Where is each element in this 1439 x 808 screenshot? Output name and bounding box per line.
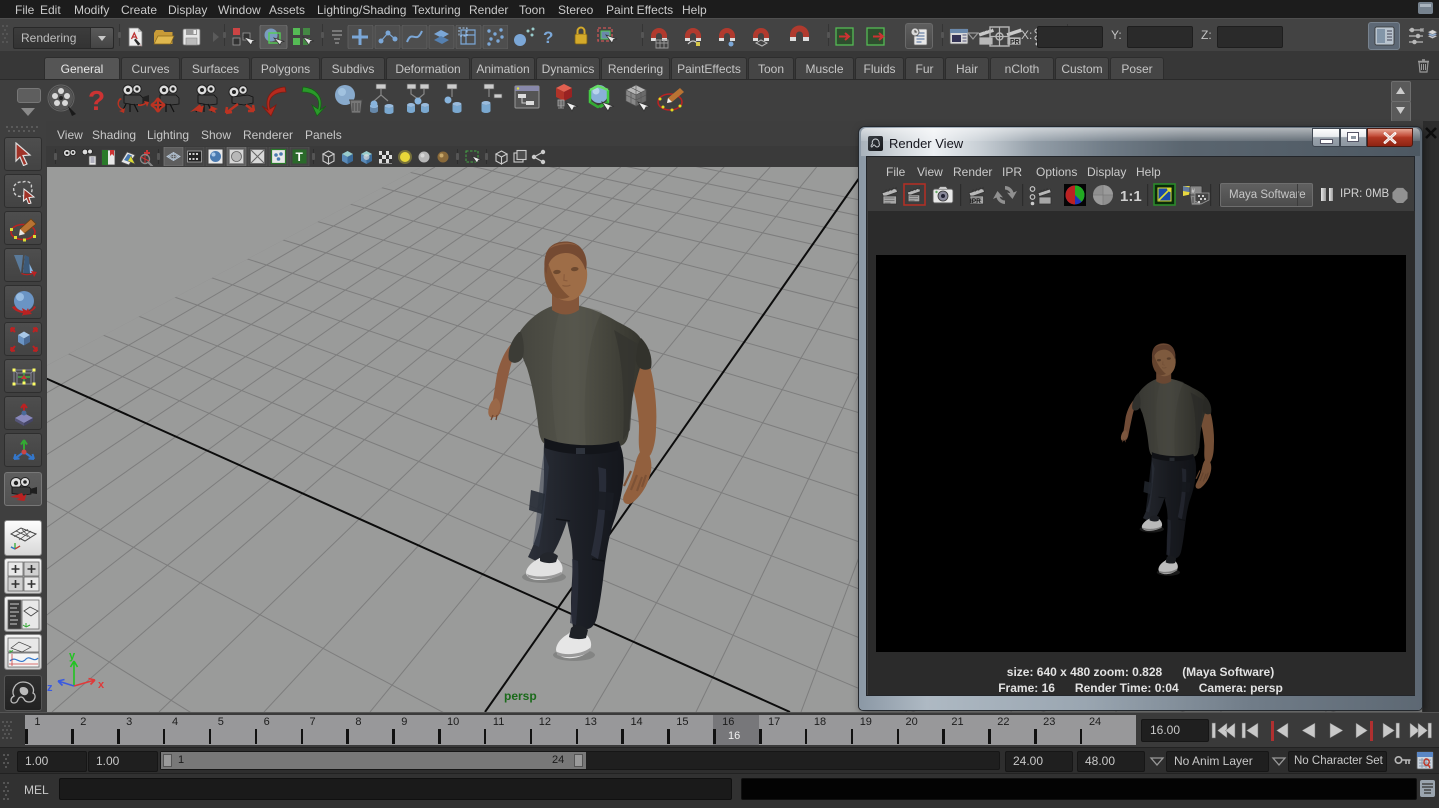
svg-text:x: x [98, 679, 105, 691]
svg-text:?: ? [543, 28, 553, 47]
svg-text:IPR: IPR [970, 198, 981, 205]
svg-text:?: ? [88, 85, 105, 116]
svg-text:persp: persp [504, 689, 537, 703]
svg-text:1:1: 1:1 [1120, 188, 1142, 205]
svg-text:T: T [296, 150, 304, 164]
svg-text:z: z [47, 682, 53, 694]
svg-text:y: y [69, 650, 76, 662]
